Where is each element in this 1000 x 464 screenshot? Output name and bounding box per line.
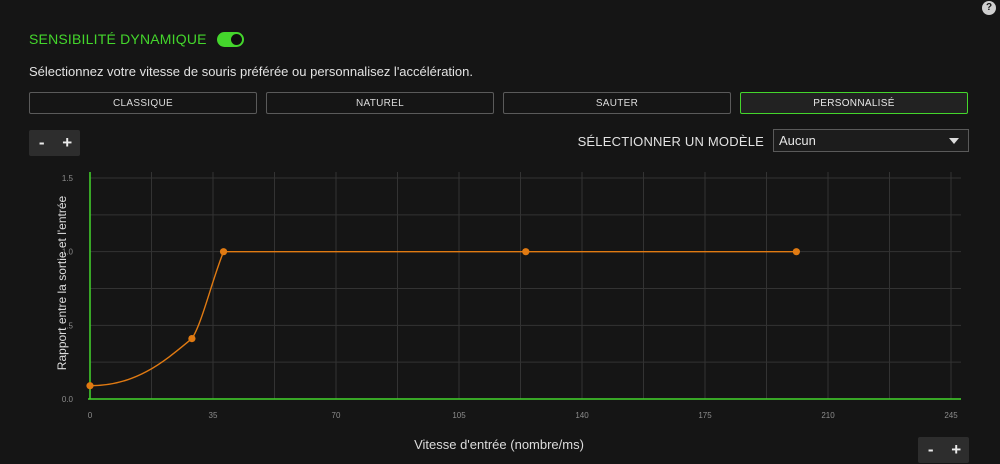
zoom-in-button-bottom[interactable]: + [946, 437, 966, 463]
chart-axes [88, 172, 961, 400]
curve-control-point [219, 248, 228, 256]
acceleration-chart[interactable]: 0 35 70 105 140 175 210 2450.0.51.01.5 [0, 0, 1000, 464]
x-tick-label: 140 [575, 411, 589, 420]
acceleration-curve [89, 250, 797, 387]
zoom-control-bottom: - + [918, 437, 969, 463]
y-axis-label: Rapport entre la sortie et l'entrée [55, 195, 69, 371]
y-tick-label: 0.0 [62, 395, 74, 404]
zoom-out-button-bottom[interactable]: - [921, 437, 941, 463]
x-axis-label: Vitesse d'entrée (nombre/ms) [414, 437, 584, 452]
chart-grid [89, 172, 961, 399]
x-tick-label: 175 [698, 411, 712, 420]
curve-control-point [792, 248, 800, 256]
curve-points [86, 248, 800, 390]
x-tick-label: 0 [88, 411, 93, 420]
x-tick-label: 105 [452, 411, 466, 420]
x-tick-label: 245 [944, 411, 958, 420]
x-tick-label: 35 [209, 411, 218, 420]
y-tick-label: 1.5 [62, 174, 74, 183]
curve-control-point [86, 382, 94, 390]
curve-control-point [188, 334, 196, 343]
curve-control-point [522, 248, 530, 256]
x-tick-label: 210 [821, 411, 835, 420]
chart-ticks: 0 35 70 105 140 175 210 2450.0.51.01.5 [62, 174, 958, 420]
x-tick-label: 70 [332, 411, 341, 420]
